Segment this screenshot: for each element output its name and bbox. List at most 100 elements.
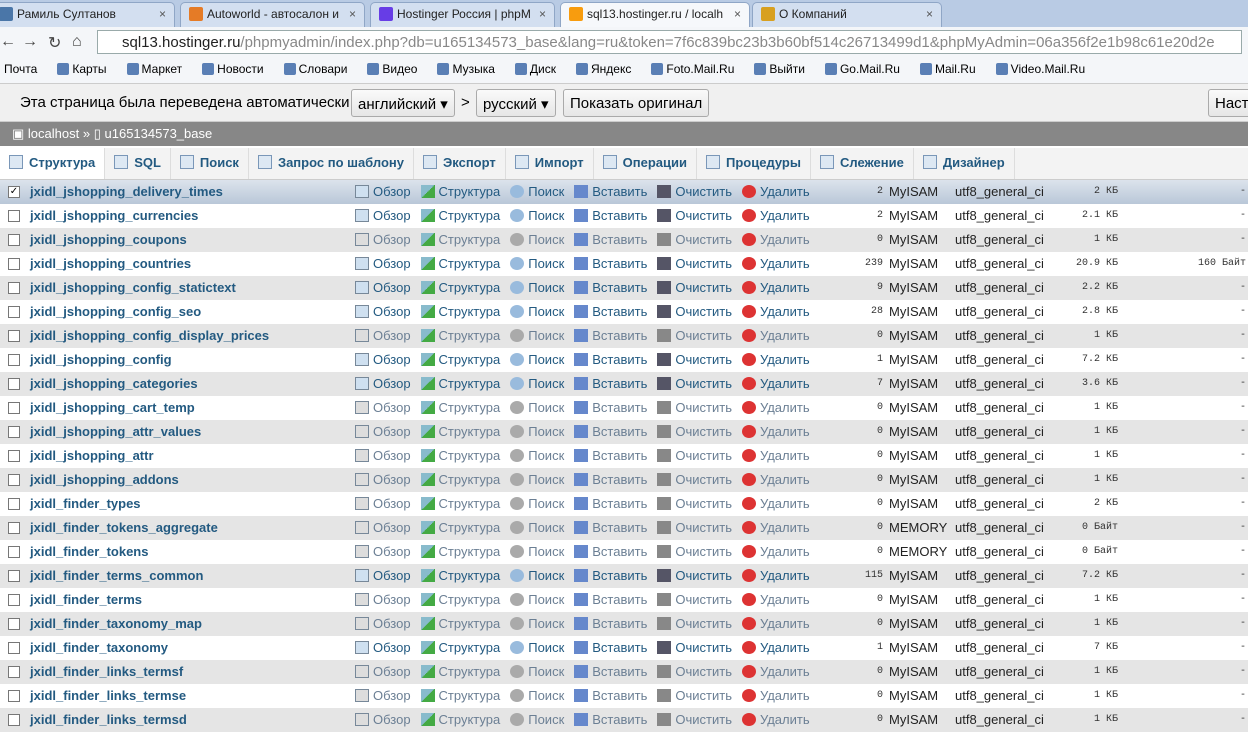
search-action[interactable]: Поиск	[510, 424, 569, 439]
insert-action[interactable]: Вставить	[574, 616, 652, 631]
table-name-link[interactable]: jxidl_jshopping_config_statictext	[30, 280, 236, 295]
search-action[interactable]: Поиск	[510, 616, 569, 631]
structure-action[interactable]: Структура	[420, 592, 506, 607]
tab-5[interactable]: Импорт	[506, 148, 594, 179]
tab-1[interactable]: SQL	[105, 148, 171, 179]
browse-action[interactable]: Обзор	[355, 400, 416, 415]
table-name-link[interactable]: jxidl_finder_tokens_aggregate	[30, 520, 218, 535]
bookmark[interactable]: Музыка	[437, 62, 504, 76]
bookmark[interactable]: Видео	[367, 62, 427, 76]
drop-action[interactable]: Удалить	[741, 280, 815, 295]
table-name-link[interactable]: jxidl_jshopping_config_seo	[30, 304, 201, 319]
empty-action[interactable]: Очистить	[657, 424, 737, 439]
structure-action[interactable]: Структура	[420, 520, 506, 535]
table-name-link[interactable]: jxidl_jshopping_coupons	[30, 232, 187, 247]
browse-action[interactable]: Обзор	[355, 280, 416, 295]
insert-action[interactable]: Вставить	[574, 496, 652, 511]
row-checkbox[interactable]	[8, 210, 20, 222]
search-action[interactable]: Поиск	[510, 184, 569, 199]
tab-7[interactable]: Процедуры	[697, 148, 811, 179]
tab-0[interactable]: Структура	[0, 148, 106, 179]
drop-action[interactable]: Удалить	[741, 448, 815, 463]
table-name-link[interactable]: jxidl_jshopping_attr	[30, 448, 154, 463]
tab-4[interactable]: Экспорт	[414, 148, 506, 179]
empty-action[interactable]: Очистить	[657, 256, 737, 271]
source-language-select[interactable]: английский ▾	[351, 89, 455, 117]
structure-action[interactable]: Структура	[420, 208, 506, 223]
bookmark[interactable]: Video.Mail.Ru	[995, 62, 1095, 76]
browse-action[interactable]: Обзор	[355, 376, 416, 391]
drop-action[interactable]: Удалить	[741, 568, 815, 583]
bookmark[interactable]: Яндекс	[576, 62, 641, 76]
structure-action[interactable]: Структура	[420, 256, 506, 271]
show-original-button[interactable]: Показать оригинал	[563, 89, 710, 117]
search-action[interactable]: Поиск	[510, 280, 569, 295]
empty-action[interactable]: Очистить	[657, 568, 737, 583]
table-name-link[interactable]: jxidl_jshopping_addons	[30, 472, 179, 487]
table-name-link[interactable]: jxidl_jshopping_delivery_times	[30, 184, 223, 199]
empty-action[interactable]: Очистить	[657, 712, 737, 727]
row-checkbox[interactable]	[8, 426, 20, 438]
row-checkbox[interactable]	[8, 714, 20, 726]
insert-action[interactable]: Вставить	[574, 472, 652, 487]
drop-action[interactable]: Удалить	[741, 544, 815, 559]
row-checkbox[interactable]	[8, 258, 20, 270]
insert-action[interactable]: Вставить	[574, 568, 652, 583]
search-action[interactable]: Поиск	[510, 208, 569, 223]
empty-action[interactable]: Очистить	[657, 376, 737, 391]
bookmark[interactable]: Выйти	[754, 62, 815, 76]
drop-action[interactable]: Удалить	[741, 616, 815, 631]
forward-icon[interactable]: →	[22, 33, 38, 51]
insert-action[interactable]: Вставить	[574, 376, 652, 391]
search-action[interactable]: Поиск	[510, 256, 569, 271]
row-checkbox[interactable]	[8, 474, 20, 486]
search-action[interactable]: Поиск	[510, 496, 569, 511]
search-action[interactable]: Поиск	[510, 352, 569, 367]
insert-action[interactable]: Вставить	[574, 352, 652, 367]
drop-action[interactable]: Удалить	[741, 304, 815, 319]
table-name-link[interactable]: jxidl_jshopping_categories	[30, 376, 198, 391]
insert-action[interactable]: Вставить	[574, 688, 652, 703]
bookmark[interactable]: Карты	[57, 62, 116, 76]
search-action[interactable]: Поиск	[510, 376, 569, 391]
search-action[interactable]: Поиск	[510, 520, 569, 535]
bookmark[interactable]: Словари	[283, 62, 358, 76]
browse-action[interactable]: Обзор	[355, 544, 416, 559]
drop-action[interactable]: Удалить	[741, 184, 815, 199]
row-checkbox[interactable]	[8, 234, 20, 246]
row-checkbox[interactable]	[8, 282, 20, 294]
empty-action[interactable]: Очистить	[657, 232, 737, 247]
structure-action[interactable]: Структура	[420, 328, 506, 343]
drop-action[interactable]: Удалить	[741, 400, 815, 415]
bookmark[interactable]: Foto.Mail.Ru	[651, 62, 744, 76]
row-checkbox[interactable]	[8, 594, 20, 606]
empty-action[interactable]: Очистить	[657, 208, 737, 223]
drop-action[interactable]: Удалить	[741, 208, 815, 223]
close-tab-icon[interactable]: ×	[539, 7, 546, 21]
browse-action[interactable]: Обзор	[355, 664, 416, 679]
structure-action[interactable]: Структура	[420, 400, 506, 415]
drop-action[interactable]: Удалить	[741, 520, 815, 535]
drop-action[interactable]: Удалить	[741, 352, 815, 367]
row-checkbox[interactable]	[8, 330, 20, 342]
tab-2[interactable]: Поиск	[171, 148, 249, 179]
empty-action[interactable]: Очистить	[657, 280, 737, 295]
structure-action[interactable]: Структура	[420, 568, 506, 583]
empty-action[interactable]: Очистить	[657, 592, 737, 607]
table-name-link[interactable]: jxidl_finder_taxonomy	[30, 640, 168, 655]
translate-settings-button[interactable]: Настройки	[1208, 89, 1248, 117]
insert-action[interactable]: Вставить	[574, 184, 652, 199]
tab-6[interactable]: Операции	[594, 148, 697, 179]
structure-action[interactable]: Структура	[420, 640, 506, 655]
tab-3[interactable]: Запрос по шаблону	[249, 148, 415, 179]
structure-action[interactable]: Структура	[420, 280, 506, 295]
insert-action[interactable]: Вставить	[574, 400, 652, 415]
drop-action[interactable]: Удалить	[741, 664, 815, 679]
insert-action[interactable]: Вставить	[574, 712, 652, 727]
insert-action[interactable]: Вставить	[574, 592, 652, 607]
row-checkbox[interactable]	[8, 450, 20, 462]
browser-tab[interactable]: Autoworld - автосалон и ×	[180, 2, 365, 27]
drop-action[interactable]: Удалить	[741, 712, 815, 727]
table-name-link[interactable]: jxidl_jshopping_config	[30, 352, 172, 367]
row-checkbox[interactable]	[8, 642, 20, 654]
